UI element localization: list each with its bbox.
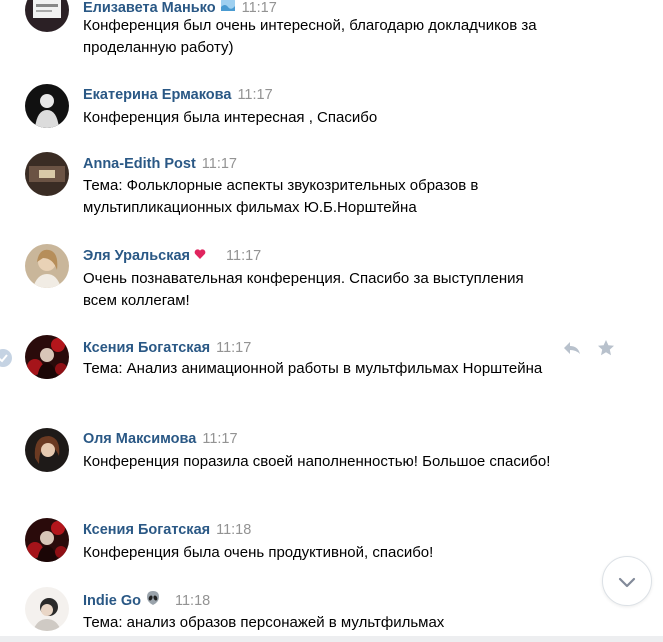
star-icon[interactable] bbox=[596, 338, 616, 358]
message-text: Тема: Анализ анимационной работы в мульт… bbox=[83, 360, 543, 377]
message-time[interactable]: 11:17 bbox=[237, 87, 272, 103]
author-name[interactable]: Екатерина Ермакова bbox=[83, 87, 231, 103]
message-item: Indie Go 11:18 Тема: анализ образов персо… bbox=[0, 585, 663, 642]
message-time[interactable]: 11:17 bbox=[202, 156, 237, 172]
message-item: Оля Максимова 11:17 Конференция поразила … bbox=[0, 424, 663, 504]
alien-emoji-icon bbox=[145, 590, 161, 612]
author-name[interactable]: Оля Максимова bbox=[83, 431, 196, 447]
selected-check-icon[interactable] bbox=[0, 349, 12, 367]
author-name[interactable]: Ксения Богатская bbox=[83, 522, 210, 538]
author-name[interactable]: Эля Уральская bbox=[83, 248, 190, 264]
message-time[interactable]: 11:17 bbox=[202, 431, 237, 447]
bottom-divider bbox=[0, 636, 663, 642]
author-name[interactable]: Елизавета Манько bbox=[83, 0, 216, 16]
message-time[interactable]: 11:17 bbox=[242, 0, 277, 16]
avatar[interactable] bbox=[25, 84, 69, 128]
message-item: Елизавета Манько 11:17 Конференция был оч… bbox=[0, 0, 663, 62]
message-time[interactable]: 11:18 bbox=[216, 522, 251, 538]
message-item: Эля Уральская 11:17 Очень познавательная … bbox=[0, 241, 663, 321]
avatar[interactable] bbox=[25, 152, 69, 196]
message-item: Ксения Богатская 11:17 Тема: Анализ анима… bbox=[0, 333, 663, 415]
message-time[interactable]: 11:18 bbox=[175, 593, 210, 609]
avatar[interactable] bbox=[25, 244, 69, 288]
message-item: Ксения Богатская 11:18 Конференция была о… bbox=[0, 516, 663, 576]
message-feed: Елизавета Манько 11:17 Конференция был оч… bbox=[0, 0, 663, 642]
message-text: Тема: Фольклорные аспекты звукозрительны… bbox=[83, 177, 479, 216]
heart-emoji-icon bbox=[194, 246, 206, 266]
message-time[interactable]: 11:17 bbox=[216, 340, 251, 356]
avatar[interactable] bbox=[25, 587, 69, 631]
avatar[interactable] bbox=[25, 518, 69, 562]
scroll-to-bottom-button[interactable] bbox=[602, 556, 652, 606]
message-text: Конференция была интересная , Спасибо bbox=[83, 109, 378, 126]
message-text: Конференция был очень интересной, благод… bbox=[83, 17, 537, 56]
message-item: Екатерина Ермакова 11:17 Конференция была… bbox=[0, 80, 663, 140]
message-item: Anna-Edith Post 11:17 Тема: Фольклорные а… bbox=[0, 150, 663, 230]
avatar[interactable] bbox=[25, 428, 69, 472]
avatar[interactable] bbox=[25, 335, 69, 379]
message-text: Очень познавательная конференция. Спасиб… bbox=[83, 270, 524, 309]
chevron-down-icon bbox=[618, 577, 636, 588]
message-text: Тема: анализ образов персонажей в мультф… bbox=[83, 614, 445, 631]
message-text: Конференция поразила своей наполненность… bbox=[83, 453, 551, 470]
author-name[interactable]: Anna-Edith Post bbox=[83, 156, 196, 172]
reply-icon[interactable] bbox=[562, 338, 582, 358]
author-name[interactable]: Indie Go bbox=[83, 593, 141, 609]
avatar[interactable] bbox=[25, 0, 69, 32]
message-time[interactable]: 11:17 bbox=[226, 248, 261, 264]
message-text: Конференция была очень продуктивной, спа… bbox=[83, 544, 434, 561]
author-name[interactable]: Ксения Богатская bbox=[83, 340, 210, 356]
